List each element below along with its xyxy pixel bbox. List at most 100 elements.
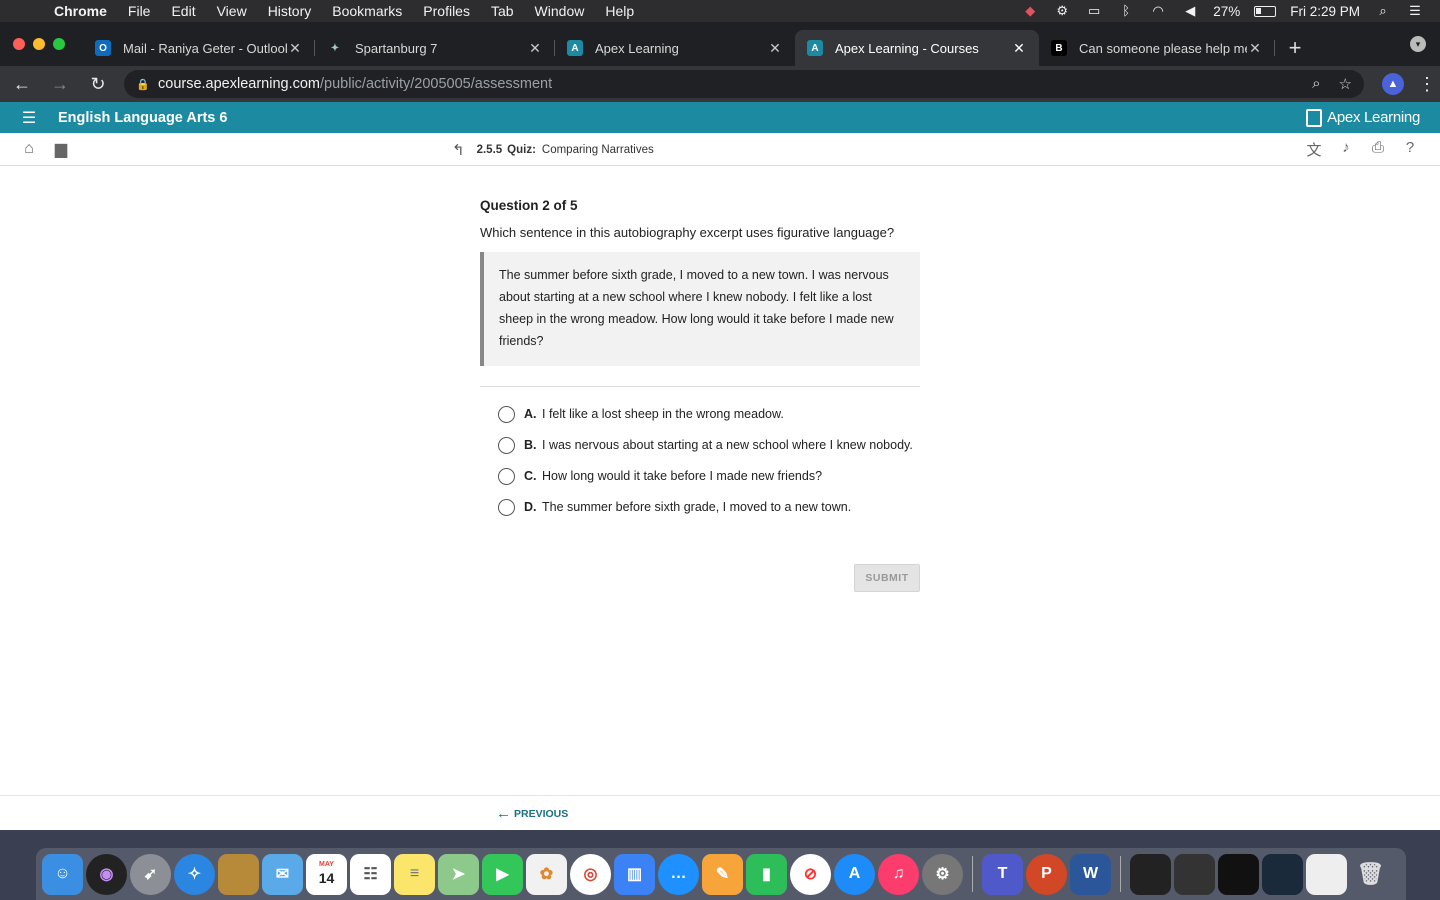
minimized-window-4[interactable]	[1262, 853, 1303, 895]
menubar-clock[interactable]: Fri 2:29 PM	[1290, 4, 1360, 19]
answer-option-b[interactable]: B. I was nervous about starting at a new…	[498, 437, 920, 454]
menu-file[interactable]: File	[128, 3, 151, 19]
photos-icon[interactable]: ✿	[526, 853, 567, 895]
system-preferences-icon[interactable]: ⚙	[922, 853, 963, 895]
new-tab-button[interactable]: +	[1275, 30, 1315, 66]
radio-button[interactable]	[498, 468, 515, 485]
home-icon[interactable]: ⌂	[13, 140, 45, 158]
word-icon[interactable]: W	[1070, 853, 1111, 895]
browser-tab-apex-courses[interactable]: A Apex Learning - Courses ✕	[795, 30, 1039, 66]
zoom-icon[interactable]: ⌕	[1312, 75, 1320, 93]
diamond-app-icon[interactable]: ◆	[1021, 4, 1039, 18]
menu-app-chrome[interactable]: Chrome	[54, 3, 107, 19]
close-tab-icon[interactable]: ✕	[1247, 40, 1263, 57]
battery-icon[interactable]	[1254, 5, 1277, 17]
maps-icon[interactable]: ➤	[438, 853, 479, 895]
maximize-window-button[interactable]	[53, 38, 65, 50]
read-aloud-icon[interactable]: ♪	[1336, 139, 1356, 160]
control-center-icon[interactable]: ☰	[1406, 4, 1424, 18]
back-button[interactable]: ←	[6, 68, 38, 100]
close-tab-icon[interactable]: ✕	[767, 40, 783, 57]
numbers-icon[interactable]: ▮	[746, 853, 787, 895]
menu-help[interactable]: Help	[605, 3, 634, 19]
keynote-icon[interactable]: ▥	[614, 853, 655, 895]
menu-bookmarks[interactable]: Bookmarks	[332, 3, 402, 19]
trash-icon[interactable]: 🗑	[1350, 854, 1391, 895]
siri-icon[interactable]: ◉	[86, 853, 127, 895]
submit-button[interactable]: SUBMIT	[854, 564, 920, 592]
radio-button[interactable]	[498, 406, 515, 423]
bookmark-star-icon[interactable]: ☆	[1339, 75, 1352, 93]
radio-button[interactable]	[498, 437, 515, 454]
app-store-icon[interactable]: A	[834, 853, 875, 895]
browser-tab-outlook[interactable]: O Mail - Raniya Geter - Outlook ✕	[83, 30, 315, 66]
close-tab-icon[interactable]: ✕	[287, 40, 303, 57]
bluetooth-icon[interactable]: ᛒ	[1117, 4, 1135, 18]
minimized-window-3[interactable]	[1218, 853, 1259, 895]
help-icon[interactable]: ?	[1400, 139, 1420, 160]
answer-option-d[interactable]: D. The summer before sixth grade, I move…	[498, 499, 920, 516]
safari-icon[interactable]: ✧	[174, 853, 215, 895]
url-host: course.apexlearning.com	[158, 76, 321, 92]
menu-profiles[interactable]: Profiles	[423, 3, 470, 19]
close-tab-icon[interactable]: ✕	[527, 40, 543, 57]
mail-icon[interactable]: ✉	[262, 853, 303, 895]
facetime-icon[interactable]: ▶	[482, 853, 523, 895]
menu-edit[interactable]: Edit	[171, 3, 195, 19]
apex-logo-mark-icon	[1306, 108, 1323, 127]
forward-button[interactable]: →	[44, 68, 76, 100]
divider	[480, 386, 920, 387]
activity-type: Quiz:	[507, 143, 536, 156]
calendar-icon[interactable]: MAY 14	[306, 853, 347, 895]
close-window-button[interactable]	[13, 38, 25, 50]
browser-tab-brainly[interactable]: B Can someone please help me ? ✕	[1039, 30, 1275, 66]
messages-icon[interactable]: …	[658, 853, 699, 895]
powerpoint-icon[interactable]: P	[1026, 853, 1067, 895]
menu-window[interactable]: Window	[535, 3, 585, 19]
browser-tab-apex[interactable]: A Apex Learning ✕	[555, 30, 795, 66]
tab-title: Apex Learning - Courses	[835, 40, 979, 56]
lock-icon[interactable]: 🔒	[136, 78, 150, 91]
address-bar[interactable]: 🔒 course.apexlearning.com /public/activi…	[124, 70, 1364, 98]
teams-icon[interactable]: T	[982, 853, 1023, 895]
menu-history[interactable]: History	[268, 3, 312, 19]
profile-avatar[interactable]: ▲	[1382, 73, 1404, 95]
chrome-icon[interactable]: ◎	[570, 853, 611, 895]
minimized-window-2[interactable]	[1174, 853, 1215, 895]
browser-tab-spartanburg[interactable]: ✦ Spartanburg 7 ✕	[315, 30, 555, 66]
briefcase-icon[interactable]: ▆	[45, 139, 77, 159]
translate-icon[interactable]: 文	[1304, 139, 1324, 160]
course-menu-icon[interactable]: ☰	[0, 108, 58, 128]
up-level-icon[interactable]: ↰	[452, 141, 465, 159]
volume-icon[interactable]: ◀	[1181, 4, 1199, 18]
wifi-icon[interactable]: ◠	[1149, 4, 1167, 18]
answer-option-a[interactable]: A. I felt like a lost sheep in the wrong…	[498, 406, 920, 423]
pages-icon[interactable]: ✎	[702, 853, 743, 895]
menu-tab[interactable]: Tab	[491, 3, 514, 19]
answer-option-c[interactable]: C. How long would it take before I made …	[498, 468, 920, 485]
minimized-window-1[interactable]	[1130, 853, 1171, 895]
spotlight-search-icon[interactable]: ⌕	[1374, 4, 1392, 18]
minimize-window-button[interactable]	[33, 38, 45, 50]
minimized-window-5[interactable]	[1306, 853, 1347, 895]
chrome-menu-icon[interactable]: ⋮	[1418, 74, 1436, 95]
tab-search-icon[interactable]: ▾	[1410, 36, 1426, 52]
sync-icon[interactable]: ⚙	[1053, 4, 1071, 18]
reminders-icon[interactable]: ☷	[350, 853, 391, 895]
notes-icon[interactable]: ≡	[394, 853, 435, 895]
airplay-icon[interactable]: ▭	[1085, 4, 1103, 18]
launchpad-icon[interactable]: ➹	[130, 853, 171, 895]
previous-button[interactable]: ← PREVIOUS	[496, 805, 568, 822]
breadcrumb: ↰ 2.5.5 Quiz: Comparing Narratives	[452, 133, 654, 166]
calendar-day: 14	[318, 870, 335, 886]
print-icon[interactable]: ⎙	[1368, 139, 1388, 160]
menu-view[interactable]: View	[217, 3, 247, 19]
reload-button[interactable]: ↻	[82, 68, 114, 100]
radio-button[interactable]	[498, 499, 515, 516]
finder-icon[interactable]: ☺	[42, 853, 83, 895]
music-icon[interactable]: ♫	[878, 853, 919, 895]
notefile-icon[interactable]	[218, 853, 259, 895]
news-icon[interactable]: ⊘	[790, 853, 831, 895]
close-tab-icon[interactable]: ✕	[1011, 40, 1027, 57]
spartanburg-favicon-icon: ✦	[330, 42, 340, 54]
